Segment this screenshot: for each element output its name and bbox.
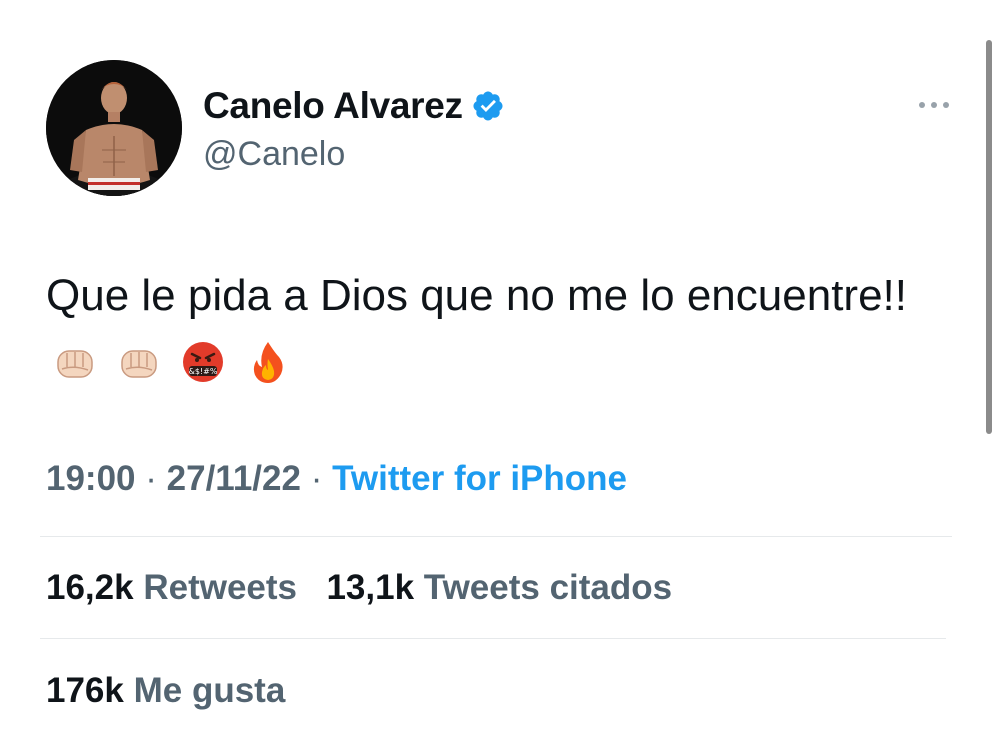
quotes-label: Tweets citados (423, 568, 673, 607)
likes-count: 176k (46, 671, 124, 710)
retweets-stat[interactable]: 16,2k Retweets (46, 568, 307, 607)
tweet-date[interactable]: 27/11/22 (167, 459, 301, 498)
divider (40, 638, 946, 639)
tweet-view: Canelo Alvarez @Canelo Que le pida a Dio… (0, 0, 1000, 740)
divider (40, 536, 952, 537)
tweet-source-link[interactable]: Twitter for iPhone (332, 459, 627, 498)
verified-badge-icon (473, 91, 503, 121)
scrollbar[interactable] (986, 40, 992, 434)
retweets-count: 16,2k (46, 568, 134, 607)
meta-separator: · (310, 459, 323, 498)
retweet-stats-row: 16,2k Retweets 13,1k Tweets citados (46, 566, 672, 610)
avatar-photo (46, 60, 182, 196)
svg-text:&$!#%: &$!#% (189, 367, 218, 376)
quotes-stat[interactable]: 13,1k Tweets citados (326, 568, 672, 607)
likes-stats-row: 176k Me gusta (46, 669, 285, 713)
tweet-text: Que le pida a Dios que no me lo encuentr… (46, 271, 907, 320)
fire-icon (253, 342, 283, 384)
meta-separator: · (145, 459, 157, 498)
retweets-label: Retweets (143, 568, 297, 607)
author-name-row[interactable]: Canelo Alvarez (203, 84, 505, 128)
likes-stat[interactable]: 176k Me gusta (46, 671, 285, 710)
likes-label: Me gusta (133, 671, 286, 710)
tweet-time[interactable]: 19:00 (46, 459, 136, 498)
author-handle[interactable]: @Canelo (203, 133, 345, 175)
face-with-symbols-on-mouth-icon: &$!#% (183, 342, 224, 383)
avatar[interactable] (46, 60, 182, 196)
tweet-meta: 19:00 · 27/11/22 · Twitter for iPhone (46, 457, 627, 501)
oncoming-fist-icon (57, 350, 93, 379)
author-display-name[interactable]: Canelo Alvarez (203, 84, 463, 128)
tweet-body: Que le pida a Dios que no me lo encuentr… (46, 264, 946, 392)
more-options-icon[interactable] (914, 90, 954, 120)
oncoming-fist-icon (121, 350, 157, 379)
quotes-count: 13,1k (326, 568, 415, 607)
